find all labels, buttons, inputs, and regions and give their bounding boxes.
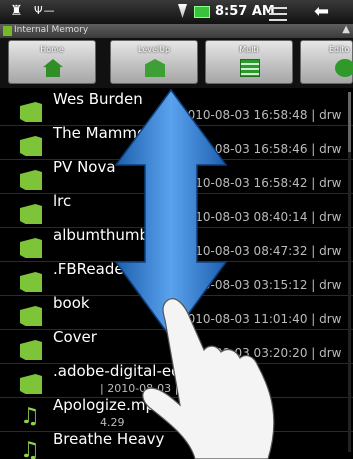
list-item[interactable]: ♫ Breathe Heavy [0,428,353,459]
path-bar: Internal Memory ▲ [0,24,353,38]
back-icon[interactable]: ⬅ [314,1,329,22]
levelup-button-label: LevelUp [137,45,171,54]
list-item[interactable]: PV Nova 2010-08-03 16:58:42 | drw [0,156,353,194]
status-time: 8:57 AM [215,4,275,19]
edit-icon [335,59,353,77]
status-bar: ♜ Ψ— 8:57 AM ⬅ [0,0,353,24]
folder-icon [20,170,42,190]
file-meta: 2010-08-03 16:58:42 | drw [180,176,342,190]
file-name: albumthumbs [53,226,157,244]
home-button[interactable]: Home [8,40,96,84]
levelup-button[interactable]: LevelUp [110,40,198,84]
current-path: Internal Memory [14,25,89,35]
file-name: book [53,294,90,312]
multi-button-label: Multi [239,45,259,54]
multi-button[interactable]: Multi [205,40,293,84]
list-item[interactable]: The Mammoth Files 2010-08-03 16:58:46 | … [0,122,353,160]
file-meta: 2010-08-03 03:15:12 | drw [180,278,342,292]
list-item[interactable]: ♫ Apologize.mp3 4.29 [0,394,353,432]
edit-button[interactable]: Edito [300,40,353,84]
folder-icon [20,272,42,292]
list-item[interactable]: Wes Burden 2010-08-03 16:58:48 | drw [0,88,353,126]
list-item[interactable]: albumthumbs 2010-08-03 08:47:32 | drw [0,224,353,262]
wifi-icon [178,4,187,18]
scrollbar-thumb[interactable] [348,92,351,152]
list-item[interactable]: lrc 2010-08-03 08:40:14 | drw [0,190,353,228]
music-icon: ♫ [20,438,40,459]
file-name: .adobe-digital-editions [53,362,222,380]
folder-icon [20,238,42,258]
file-name: The Mammoth Files [53,124,200,142]
toolbar: Home LevelUp Multi Edito [0,38,353,88]
folder-icon [3,26,12,36]
file-list[interactable]: Wes Burden 2010-08-03 16:58:48 | drw The… [0,88,353,459]
edit-button-label: Edito [329,45,350,54]
levelup-icon [145,59,165,77]
multi-select-icon [240,59,260,77]
file-meta: 2010-08-03 08:47:32 | drw [180,244,342,258]
file-meta: 2010-08-03 16:58:46 | drw [180,142,342,156]
file-name: Wes Burden [53,90,143,108]
file-name: .FBReader [53,260,130,278]
home-button-label: Home [40,45,64,54]
music-icon: ♫ [20,404,40,429]
home-icon [43,59,63,77]
list-item[interactable]: .FBReader 2010-08-03 03:15:12 | drw [0,258,353,296]
file-meta: 2010-08-03 03:20:20 | drw [180,346,342,360]
home-icon[interactable]: ♜ [10,3,23,19]
file-name: Cover [53,328,97,346]
list-item[interactable]: Cover 2010-08-03 03:20:20 | drw [0,326,353,364]
file-name: Apologize.mp3 [53,396,165,414]
up-arrow-icon[interactable]: ▲ [342,24,350,35]
folder-icon [20,102,42,122]
file-meta: 2010-08-03 11:01:40 | drw [180,312,342,326]
file-name: lrc [53,192,72,210]
folder-icon [20,306,42,326]
file-meta: 2010-08-03 08:40:14 | drw [180,210,342,224]
folder-icon [20,374,42,394]
folder-icon [20,136,42,156]
list-item[interactable]: book 2010-08-03 11:01:40 | drw [0,292,353,330]
file-name: PV Nova [53,158,116,176]
list-item[interactable]: .adobe-digital-editions | 2010-08-03 | d… [0,360,353,398]
usb-icon: Ψ— [34,4,56,17]
folder-icon [20,204,42,224]
file-name: Breathe Heavy [53,430,165,448]
scrollbar[interactable] [348,92,351,452]
menu-icon[interactable] [269,7,287,21]
file-meta: 2010-08-03 16:58:48 | drw [180,108,342,122]
folder-icon [20,340,42,360]
battery-icon [194,6,210,18]
